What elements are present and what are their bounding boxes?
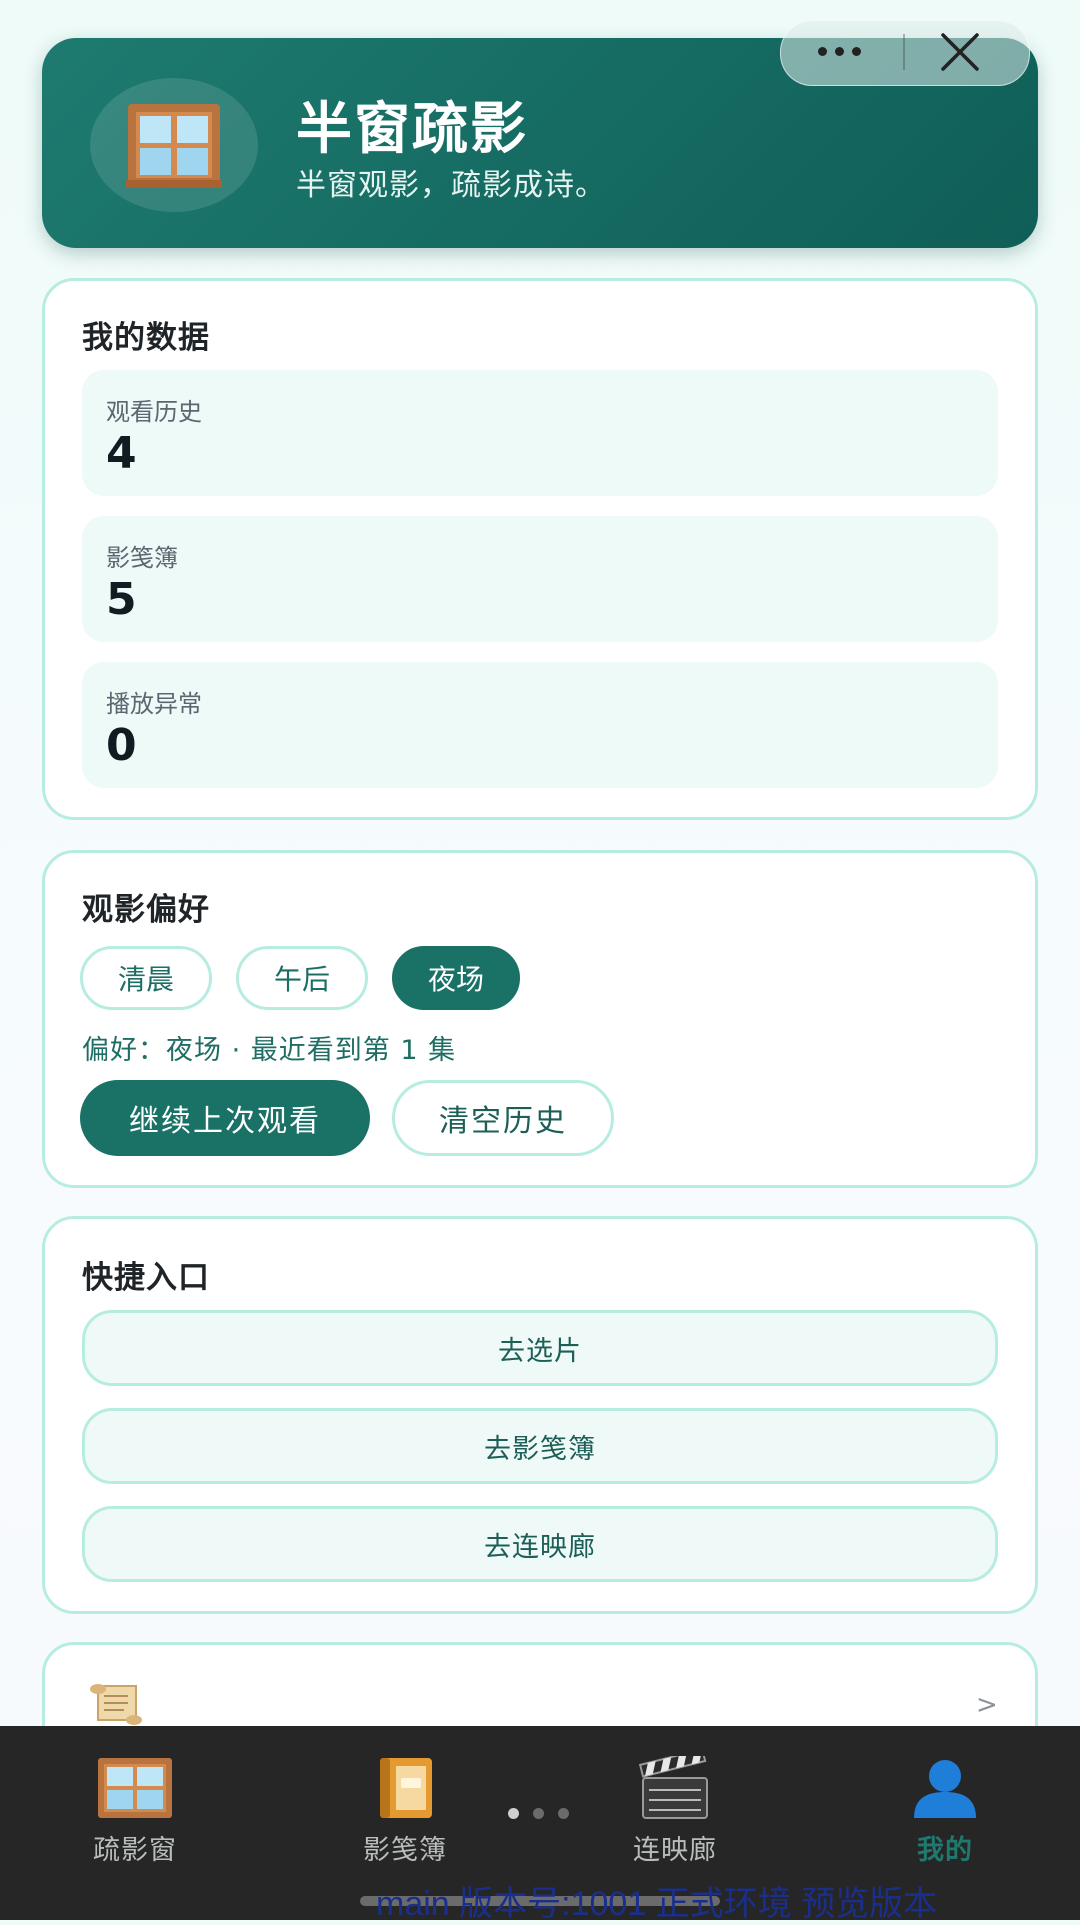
preference-summary: 偏好：夜场 · 最近看到第 1 集	[82, 1035, 457, 1066]
stat-watch-history[interactable]	[82, 370, 998, 496]
close-icon[interactable]	[938, 32, 982, 72]
tab-window[interactable]: 疏影窗	[30, 1756, 240, 1867]
tab-label: 我的	[917, 1835, 973, 1866]
go-select-film-button[interactable]: 去选片	[82, 1310, 998, 1386]
my-data-title: 我的数据	[82, 320, 210, 356]
scroll-icon	[90, 1684, 142, 1725]
stat-label: 观看历史	[106, 398, 202, 426]
tab-me[interactable]: 我的	[840, 1756, 1050, 1867]
chevron-right-icon: >	[976, 1690, 998, 1720]
tab-gallery[interactable]: 连映廊	[570, 1756, 780, 1867]
user-icon	[914, 1760, 976, 1818]
stat-value: 5	[106, 574, 137, 625]
more-dots-icon[interactable]	[818, 38, 868, 64]
chip-morning[interactable]: 清晨	[80, 946, 212, 1010]
stat-label: 播放异常	[106, 690, 202, 718]
clapperboard-icon	[639, 1756, 708, 1819]
stat-label: 影笺簿	[106, 544, 178, 572]
stat-notebook[interactable]	[82, 516, 998, 642]
stat-value: 4	[106, 428, 137, 479]
notebook-icon	[380, 1758, 432, 1818]
continue-watching-button[interactable]: 继续上次观看	[80, 1080, 370, 1156]
window-icon	[98, 1758, 172, 1818]
quick-entry-title: 快捷入口	[82, 1260, 210, 1296]
tab-label: 连映廊	[633, 1835, 717, 1866]
tab-label: 疏影窗	[93, 1835, 177, 1866]
window-icon	[126, 104, 222, 188]
page-indicator	[508, 1808, 569, 1819]
chip-night[interactable]: 夜场	[392, 946, 520, 1010]
tab-notebook[interactable]: 影笺簿	[300, 1756, 510, 1867]
clear-history-button[interactable]: 清空历史	[392, 1080, 614, 1156]
app-title: 半窗疏影	[296, 97, 528, 162]
go-notebook-button[interactable]: 去影笺簿	[82, 1408, 998, 1484]
chip-afternoon[interactable]: 午后	[236, 946, 368, 1010]
avatar	[90, 78, 258, 212]
tab-label: 影笺簿	[363, 1835, 447, 1866]
capsule-divider	[903, 34, 905, 70]
version-banner: main 版本号:1001 正式环境 预览版本	[376, 1885, 938, 1923]
preference-title: 观影偏好	[82, 892, 210, 928]
app-subtitle: 半窗观影，疏影成诗。	[296, 168, 606, 203]
stat-playback-errors[interactable]	[82, 662, 998, 788]
stat-value: 0	[106, 720, 137, 771]
go-gallery-button[interactable]: 去连映廊	[82, 1506, 998, 1582]
